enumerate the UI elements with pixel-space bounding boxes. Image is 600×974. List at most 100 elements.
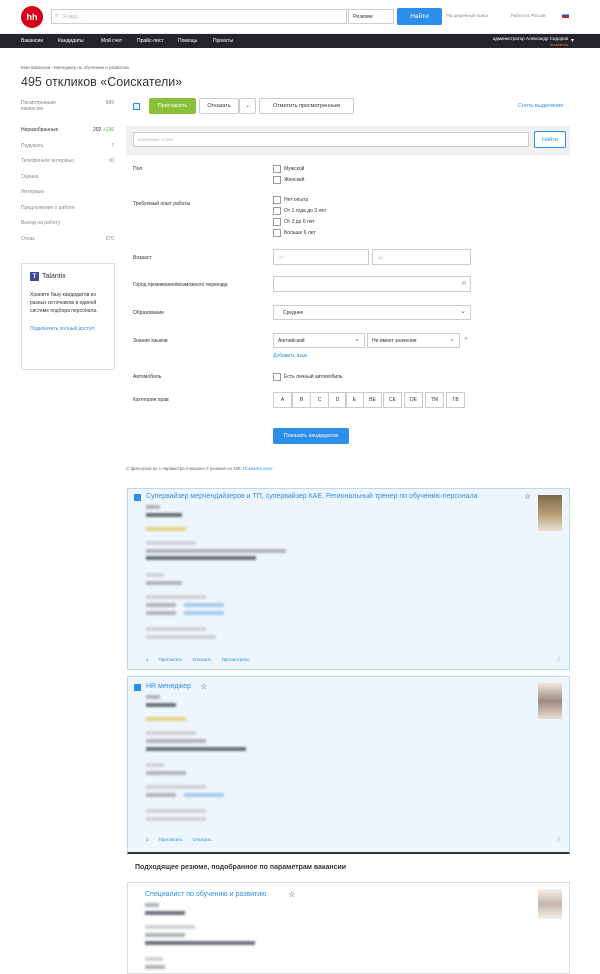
- exp-6plus-checkbox[interactable]: Больше 6 лет: [273, 229, 316, 237]
- license-be[interactable]: BE: [363, 392, 382, 408]
- license-de[interactable]: DE: [404, 392, 423, 408]
- filter-summary: С фильтром из 1 параметра показано 2 рез…: [126, 466, 273, 471]
- work-in-russia-link[interactable]: Работа в России: [511, 13, 546, 18]
- car-checkbox[interactable]: Есть личный автомобиль: [273, 373, 343, 381]
- resume-title[interactable]: HR менеджер: [146, 683, 191, 690]
- list-icon[interactable]: ▤: [462, 280, 466, 286]
- search-icon: ⌕: [55, 13, 59, 19]
- nav-candidates[interactable]: Кандидаты: [58, 38, 84, 44]
- sidebar: Посмотревшие вакансию 999 Неразобранные 20…: [21, 100, 114, 251]
- reject-button[interactable]: Отказать: [199, 98, 239, 114]
- sidebar-item-viewed[interactable]: Посмотревшие вакансию 999: [21, 100, 114, 127]
- talantix-promo: T Talantix Храните базу кандидатов из раз…: [21, 263, 115, 370]
- search-type-select[interactable]: Резюме: [348, 9, 394, 24]
- nav-account[interactable]: Мой счет: [101, 38, 122, 44]
- sidebar-item-rejected[interactable]: Отказ 270: [21, 236, 114, 252]
- avatar[interactable]: [538, 683, 562, 719]
- invite-link[interactable]: Пригласить: [159, 657, 183, 662]
- show-all-link[interactable]: Показать всех: [243, 466, 273, 471]
- nav-projects[interactable]: Проекты: [213, 38, 233, 44]
- page-title: 495 откликов «Соискатели»: [21, 75, 183, 89]
- talantix-link[interactable]: Подключить полный доступ: [30, 325, 106, 333]
- resume-actions: 1 Пригласить Отказать: [146, 837, 222, 842]
- sidebar-item-start[interactable]: Выход на работу: [21, 220, 114, 236]
- nav-help[interactable]: Помощь: [178, 38, 197, 44]
- age-from-input[interactable]: от: [273, 249, 369, 265]
- license-tb[interactable]: TB: [446, 392, 465, 408]
- chevron-down-icon[interactable]: ▾: [571, 37, 574, 44]
- license-a[interactable]: A: [273, 392, 292, 408]
- nav-vacancies[interactable]: Вакансии: [21, 38, 43, 44]
- reject-dropdown-chevron-icon[interactable]: ⌄: [239, 98, 256, 114]
- mark-viewed-button[interactable]: Отметить просмотренным: [259, 98, 354, 114]
- exp-3-6-checkbox[interactable]: От 3 до 6 лет: [273, 218, 315, 226]
- message-count[interactable]: 1: [146, 837, 149, 842]
- license-tm[interactable]: TM: [425, 392, 444, 408]
- talantix-name: Talantix: [42, 273, 66, 280]
- sidebar-item-assessment[interactable]: Оценка: [21, 174, 114, 190]
- close-icon[interactable]: ×: [464, 336, 468, 343]
- gender-label: Пол: [133, 166, 143, 172]
- resume-card-2[interactable]: HR менеджер ☆ 1 Пригласить Отказать ⇩: [127, 676, 570, 854]
- resume-title[interactable]: Специалист по обучению и развитию: [145, 891, 266, 898]
- breadcrumb[interactable]: Мои вакансии › Менеджер по обучению и ра…: [21, 65, 129, 70]
- license-b[interactable]: B: [292, 392, 311, 408]
- reject-link[interactable]: Отказать: [193, 657, 212, 662]
- russia-flag-icon[interactable]: [562, 13, 569, 18]
- star-icon[interactable]: ☆: [288, 890, 295, 899]
- resume-checkbox[interactable]: [134, 494, 141, 501]
- sidebar-item-think[interactable]: Подумать 7: [21, 143, 114, 159]
- keywords-input[interactable]: Ключевые слова: [133, 132, 529, 147]
- sidebar-item-unsorted[interactable]: Неразобранные 202 +136: [21, 127, 114, 143]
- find-button[interactable]: Найти: [397, 8, 442, 25]
- search-input[interactable]: ⌕ Я ищу...: [51, 9, 347, 24]
- keyword-filter: Ключевые слова Найти: [126, 126, 570, 156]
- license-c[interactable]: C: [310, 392, 329, 408]
- language-select[interactable]: Английский: [273, 333, 365, 348]
- age-to-input[interactable]: до: [372, 249, 471, 265]
- gender-male-checkbox[interactable]: Мужской: [273, 165, 304, 173]
- deselect-link[interactable]: Снять выделение: [518, 103, 563, 109]
- invite-link[interactable]: Пригласить: [159, 837, 183, 842]
- resume-title[interactable]: Супервайзер мерчендайзеров и ТП, суперва…: [146, 493, 478, 500]
- sidebar-item-offer[interactable]: Предложение о работе: [21, 205, 114, 221]
- advanced-search-link[interactable]: Расширенный поиск: [446, 13, 488, 18]
- download-icon[interactable]: ⇩: [556, 836, 561, 843]
- city-input[interactable]: ▤: [273, 276, 471, 292]
- select-all-checkbox[interactable]: [133, 103, 140, 110]
- viewed-link[interactable]: Просмотрено: [222, 657, 250, 662]
- recommended-resume-card[interactable]: Специалист по обучению и развитию ☆: [127, 882, 570, 974]
- exp-1-3-checkbox[interactable]: От 1 года до 3 лет: [273, 207, 326, 215]
- download-icon[interactable]: ⇩: [556, 656, 561, 663]
- exp-none-checkbox[interactable]: Нет опыта: [273, 196, 308, 204]
- keywords-find-button[interactable]: Найти: [534, 131, 566, 148]
- reject-link[interactable]: Отказать: [193, 837, 212, 842]
- user-company: Компания: [549, 42, 568, 47]
- gender-female-checkbox[interactable]: Женский: [273, 176, 304, 184]
- talantix-text: Храните базу кандидатов из разных источн…: [30, 292, 98, 314]
- license-ce[interactable]: CE: [383, 392, 402, 408]
- star-icon[interactable]: ☆: [524, 492, 531, 501]
- avatar[interactable]: [538, 889, 562, 919]
- invite-button[interactable]: Пригласить: [149, 98, 196, 114]
- message-count[interactable]: 1: [146, 657, 149, 662]
- license-e[interactable]: E: [345, 392, 364, 408]
- language-level-select[interactable]: Не имеет значения: [367, 333, 460, 348]
- show-candidates-button[interactable]: Показать кандидатов: [273, 428, 349, 444]
- age-label: Возраст: [133, 255, 152, 261]
- sidebar-item-interview[interactable]: Интервью: [21, 189, 114, 205]
- resume-card-1[interactable]: Супервайзер мерчендайзеров и ТП, суперва…: [127, 488, 570, 670]
- license-label: Категория прав: [133, 397, 169, 403]
- nav-pricelist[interactable]: Прайс-лист: [137, 38, 164, 44]
- add-language-link[interactable]: Добавить язык: [273, 353, 307, 359]
- resume-checkbox[interactable]: [134, 684, 141, 691]
- user-name[interactable]: администратор Александр Сидоров: [493, 36, 568, 41]
- star-icon[interactable]: ☆: [200, 682, 207, 691]
- experience-label: Требуемый опыт работы: [133, 201, 191, 207]
- languages-label: Знание языков: [133, 338, 168, 344]
- avatar[interactable]: [538, 495, 562, 531]
- hh-logo[interactable]: hh: [21, 6, 43, 28]
- resume-actions: 1 Пригласить Отказать Просмотрено: [146, 657, 260, 662]
- education-select[interactable]: Среднее: [273, 305, 471, 320]
- sidebar-item-phone[interactable]: Телефонное интервью 10: [21, 158, 114, 174]
